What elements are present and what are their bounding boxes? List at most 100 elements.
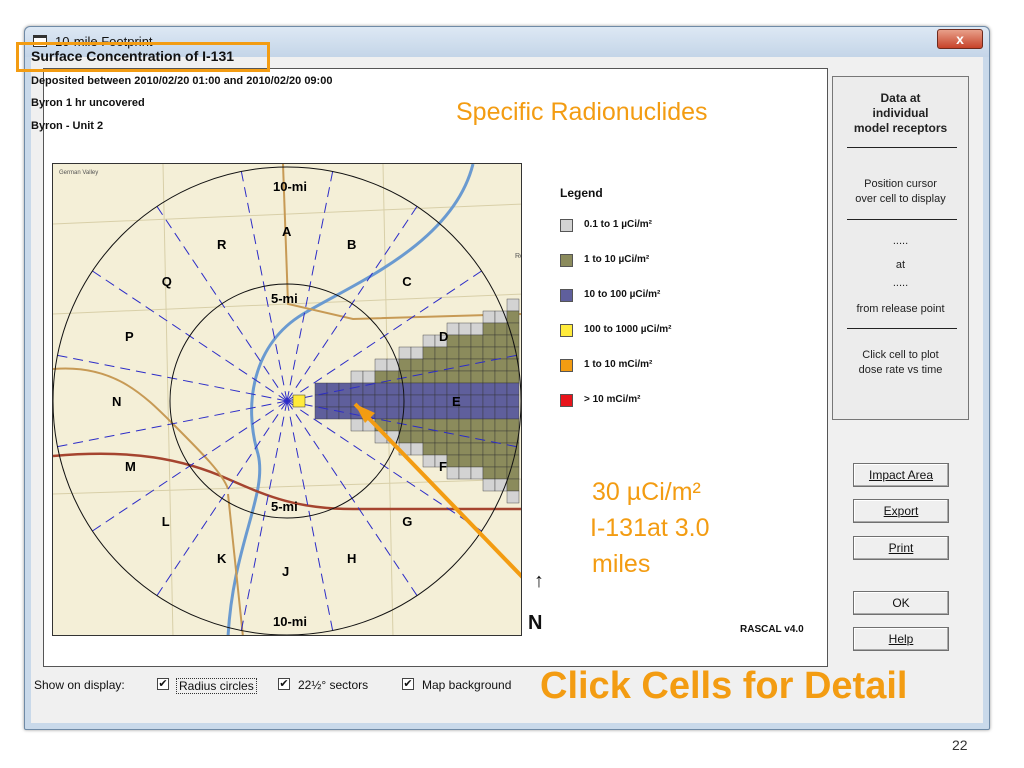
plume-cell[interactable] (386, 406, 400, 420)
plume-cell[interactable] (458, 370, 472, 384)
plume-cell[interactable] (422, 454, 436, 468)
plume-cell[interactable] (398, 406, 412, 420)
plume-cell[interactable] (494, 394, 508, 408)
plume-cell[interactable] (506, 466, 520, 480)
plume-cell[interactable] (458, 346, 472, 360)
plume-cell[interactable] (506, 406, 520, 420)
plume-cell[interactable] (506, 418, 520, 432)
plume-cell[interactable] (482, 478, 496, 492)
plume-cell[interactable] (494, 406, 508, 420)
plume-cell[interactable] (338, 394, 352, 408)
plume-cell[interactable] (470, 430, 484, 444)
plume-cell[interactable] (470, 406, 484, 420)
plume-cell[interactable] (434, 406, 448, 420)
plume-cell[interactable] (494, 322, 508, 336)
plume-cell[interactable] (338, 406, 352, 420)
plume-cell[interactable] (458, 322, 472, 336)
map-svg[interactable]: German Valley 10-mi 5-mi 5-mi 10-mi Re A… (53, 164, 522, 636)
plume-cell[interactable] (350, 382, 364, 396)
plume-cell[interactable] (374, 394, 388, 408)
plume-cell[interactable] (458, 466, 472, 480)
plume-cell[interactable] (398, 382, 412, 396)
plume-cell[interactable] (422, 382, 436, 396)
plume-cell[interactable] (422, 442, 436, 456)
plume-cell[interactable] (506, 310, 520, 324)
plume-cell[interactable] (494, 466, 508, 480)
plume-cell[interactable] (482, 394, 496, 408)
plume-cell[interactable] (470, 442, 484, 456)
plume-cell[interactable] (494, 358, 508, 372)
sectors-checkbox[interactable]: ✔ (278, 678, 290, 690)
plume-cell[interactable] (494, 370, 508, 384)
plume-cell[interactable] (482, 334, 496, 348)
plume-cell[interactable] (458, 406, 472, 420)
plume-cell[interactable] (350, 418, 364, 432)
plume-cell[interactable] (422, 430, 436, 444)
plume-cell[interactable] (470, 454, 484, 468)
plume-cell[interactable] (410, 430, 424, 444)
plume-cell[interactable] (458, 382, 472, 396)
plume-cell[interactable] (410, 394, 424, 408)
plume-cell[interactable] (398, 358, 412, 372)
plume-cell[interactable] (482, 430, 496, 444)
plume-cell[interactable] (470, 322, 484, 336)
plume-cell[interactable] (482, 370, 496, 384)
plume-cell[interactable] (374, 382, 388, 396)
plume-cell[interactable] (494, 454, 508, 468)
plume-cell[interactable] (434, 394, 448, 408)
release-point-cell[interactable] (292, 394, 306, 408)
plume-cell[interactable] (398, 430, 412, 444)
plume-cell[interactable] (506, 478, 520, 492)
plume-cell[interactable] (470, 382, 484, 396)
plume-cell[interactable] (446, 466, 460, 480)
plume-cell[interactable] (482, 382, 496, 396)
impact-area-button[interactable]: Impact Area (853, 463, 949, 487)
plume-cell[interactable] (410, 406, 424, 420)
plume-cell[interactable] (470, 358, 484, 372)
plume-cell[interactable] (482, 358, 496, 372)
plume-cell[interactable] (506, 490, 520, 504)
plume-cell[interactable] (482, 322, 496, 336)
plume-cell[interactable] (482, 466, 496, 480)
print-button[interactable]: Print (853, 536, 949, 560)
radius-circles-label[interactable]: Radius circles (176, 678, 257, 694)
plume-cell[interactable] (470, 418, 484, 432)
plume-cell[interactable] (434, 418, 448, 432)
plume-cell[interactable] (506, 322, 520, 336)
plume-cell[interactable] (446, 322, 460, 336)
plume-cell[interactable] (398, 394, 412, 408)
plume-cell[interactable] (446, 454, 460, 468)
map-background-checkbox[interactable]: ✔ (402, 678, 414, 690)
map-background-label[interactable]: Map background (422, 678, 511, 692)
plume-cell[interactable] (326, 406, 340, 420)
plume-cell[interactable] (410, 442, 424, 456)
plume-cell[interactable] (470, 334, 484, 348)
plume-cell[interactable] (350, 370, 364, 384)
ok-button[interactable]: OK (853, 591, 949, 615)
plume-cell[interactable] (458, 454, 472, 468)
plume-cell[interactable] (470, 370, 484, 384)
plume-cell[interactable] (422, 358, 436, 372)
export-button[interactable]: Export (853, 499, 949, 523)
plume-cell[interactable] (494, 382, 508, 396)
plume-cell[interactable] (422, 334, 436, 348)
plume-cell[interactable] (458, 442, 472, 456)
plume-cell[interactable] (482, 346, 496, 360)
plume-cell[interactable] (386, 394, 400, 408)
close-button[interactable]: x (937, 29, 983, 49)
plume-cell[interactable] (446, 418, 460, 432)
plume-cell[interactable] (446, 370, 460, 384)
plume-cell[interactable] (458, 394, 472, 408)
plume-cell[interactable] (506, 382, 520, 396)
plume-cell[interactable] (482, 418, 496, 432)
plume-cell[interactable] (446, 442, 460, 456)
plume-cell[interactable] (506, 298, 520, 312)
plume-cell[interactable] (494, 346, 508, 360)
plume-cell[interactable] (422, 346, 436, 360)
plume-cell[interactable] (434, 382, 448, 396)
plume-cell[interactable] (482, 406, 496, 420)
plume-cell[interactable] (362, 370, 376, 384)
plume-cell[interactable] (422, 406, 436, 420)
plume-cell[interactable] (410, 418, 424, 432)
sectors-label[interactable]: 22½° sectors (298, 678, 368, 692)
